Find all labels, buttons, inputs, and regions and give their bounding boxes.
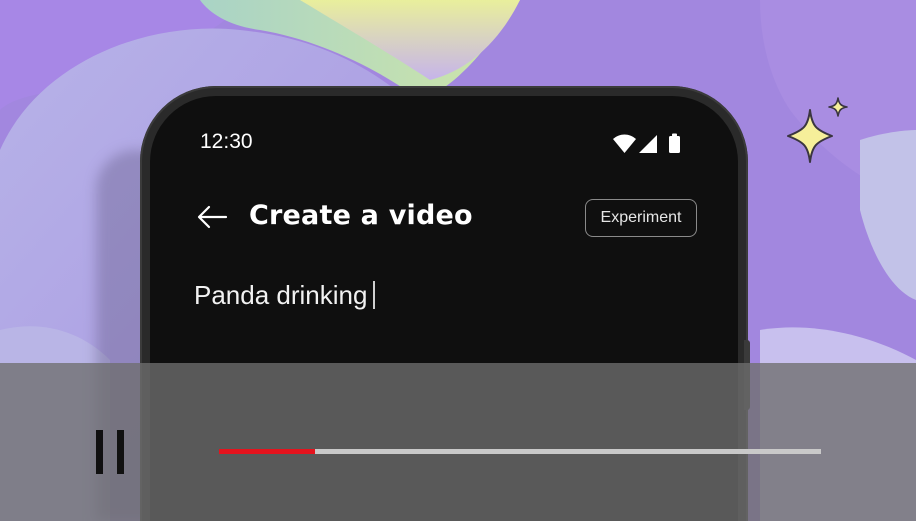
stage: 12:30 Create a video Experiment Panda dr… bbox=[0, 0, 916, 521]
status-icons bbox=[612, 133, 684, 159]
wifi-icon bbox=[613, 134, 636, 153]
cellular-signal-icon bbox=[639, 135, 657, 153]
prompt-text: Panda drinking bbox=[194, 280, 368, 310]
prompt-input[interactable]: Panda drinking bbox=[194, 280, 376, 311]
text-cursor bbox=[373, 281, 376, 309]
arrow-left-icon bbox=[197, 205, 228, 229]
sparkle-icon bbox=[787, 97, 848, 163]
experiment-badge: Experiment bbox=[585, 199, 697, 237]
progress-fill bbox=[219, 449, 316, 454]
back-button[interactable] bbox=[196, 204, 228, 234]
status-time: 12:30 bbox=[200, 130, 253, 153]
battery-icon bbox=[669, 133, 680, 153]
page-title: Create a video bbox=[249, 200, 473, 231]
pause-button[interactable] bbox=[93, 430, 129, 474]
player-overlay bbox=[0, 363, 916, 521]
progress-bar[interactable] bbox=[219, 449, 821, 454]
